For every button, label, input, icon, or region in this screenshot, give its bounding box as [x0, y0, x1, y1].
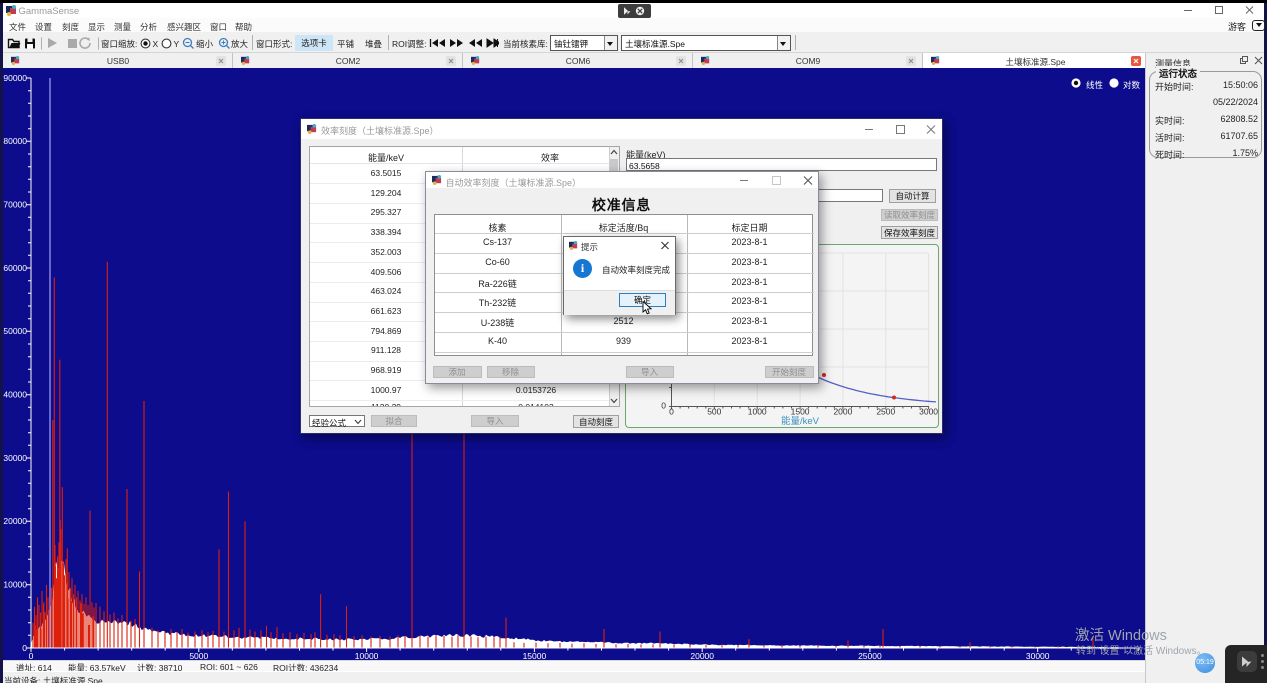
svg-text:0: 0: [29, 651, 34, 660]
svg-text:50000: 50000: [3, 326, 27, 336]
svg-text:70000: 70000: [3, 200, 27, 210]
svg-text:10000: 10000: [3, 580, 27, 590]
svg-text:500: 500: [707, 407, 721, 417]
svg-text:30000: 30000: [1026, 651, 1050, 660]
svg-text:15000: 15000: [523, 651, 547, 660]
svg-text:0: 0: [22, 643, 27, 653]
svg-text:30000: 30000: [3, 453, 27, 463]
svg-text:80000: 80000: [3, 136, 27, 146]
svg-text:5000: 5000: [189, 651, 208, 660]
svg-text:20000: 20000: [690, 651, 714, 660]
svg-text:1000: 1000: [748, 407, 767, 417]
svg-text:25000: 25000: [858, 651, 882, 660]
svg-text:0: 0: [669, 407, 674, 417]
svg-text:2500: 2500: [876, 407, 895, 417]
svg-text:1500: 1500: [791, 407, 810, 417]
svg-text:60000: 60000: [3, 263, 27, 273]
svg-text:90000: 90000: [3, 73, 27, 83]
svg-text:2000: 2000: [833, 407, 852, 417]
svg-text:能量/keV: 能量/keV: [781, 415, 820, 427]
svg-text:3000: 3000: [919, 407, 938, 417]
svg-text:0: 0: [661, 401, 666, 411]
svg-text:10000: 10000: [355, 651, 379, 660]
svg-text:20000: 20000: [3, 516, 27, 526]
svg-text:40000: 40000: [3, 390, 27, 400]
